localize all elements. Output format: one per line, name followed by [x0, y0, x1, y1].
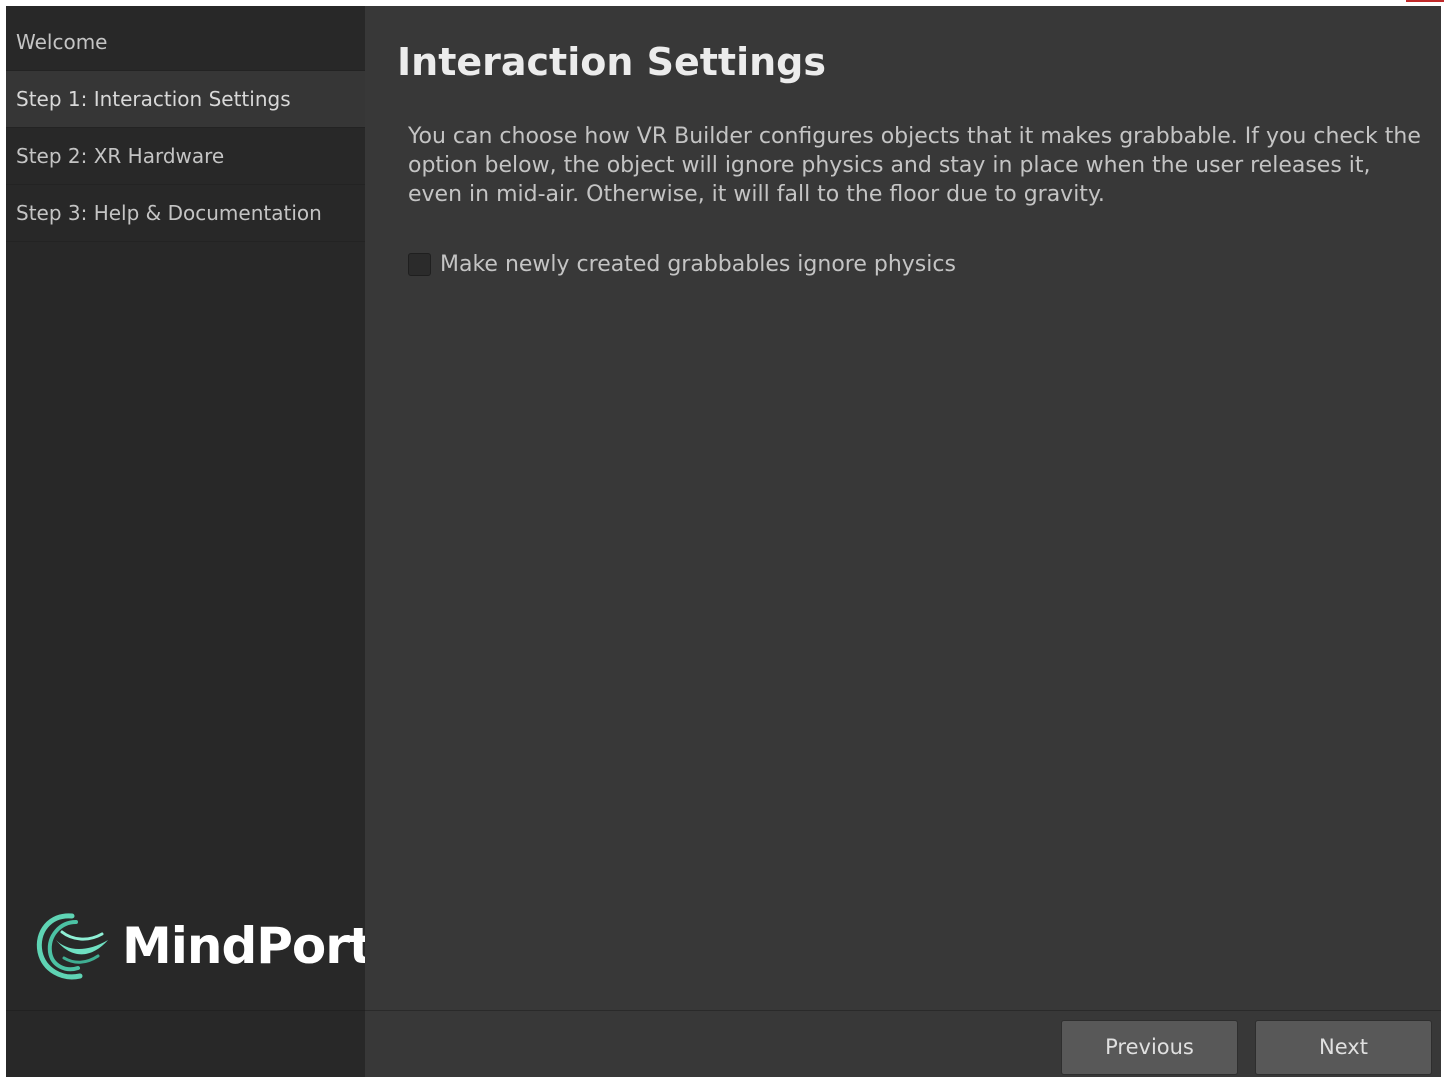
setup-wizard-window: Welcome Step 1: Interaction Settings Ste…: [6, 6, 1441, 1077]
sidebar-item-help-documentation[interactable]: Step 3: Help & Documentation: [6, 185, 365, 242]
logo-wordmark: MindPort: [122, 917, 373, 975]
sidebar-footer: [6, 1010, 365, 1077]
sidebar-item-interaction-settings[interactable]: Step 1: Interaction Settings: [6, 71, 365, 128]
ignore-physics-option[interactable]: Make newly created grabbables ignore phy…: [408, 252, 956, 277]
window-corner-accent: [1406, 0, 1444, 2]
ignore-physics-checkbox[interactable]: [408, 253, 431, 276]
sidebar-step-list: Welcome Step 1: Interaction Settings Ste…: [6, 14, 365, 242]
sidebar-item-xr-hardware[interactable]: Step 2: XR Hardware: [6, 128, 365, 185]
page-title: Interaction Settings: [397, 40, 826, 84]
previous-button[interactable]: Previous: [1061, 1020, 1238, 1075]
page-description: You can choose how VR Builder configures…: [408, 124, 1421, 207]
navigation-footer: Previous Next: [365, 1010, 1441, 1077]
sidebar: Welcome Step 1: Interaction Settings Ste…: [6, 6, 373, 1010]
mindport-logo: MindPort: [32, 906, 373, 986]
ignore-physics-label[interactable]: Make newly created grabbables ignore phy…: [440, 252, 956, 277]
next-button[interactable]: Next: [1255, 1020, 1432, 1075]
sidebar-item-welcome[interactable]: Welcome: [6, 14, 365, 71]
mindport-logo-icon: [36, 913, 108, 980]
content-panel: Interaction Settings You can choose how …: [365, 6, 1441, 1010]
